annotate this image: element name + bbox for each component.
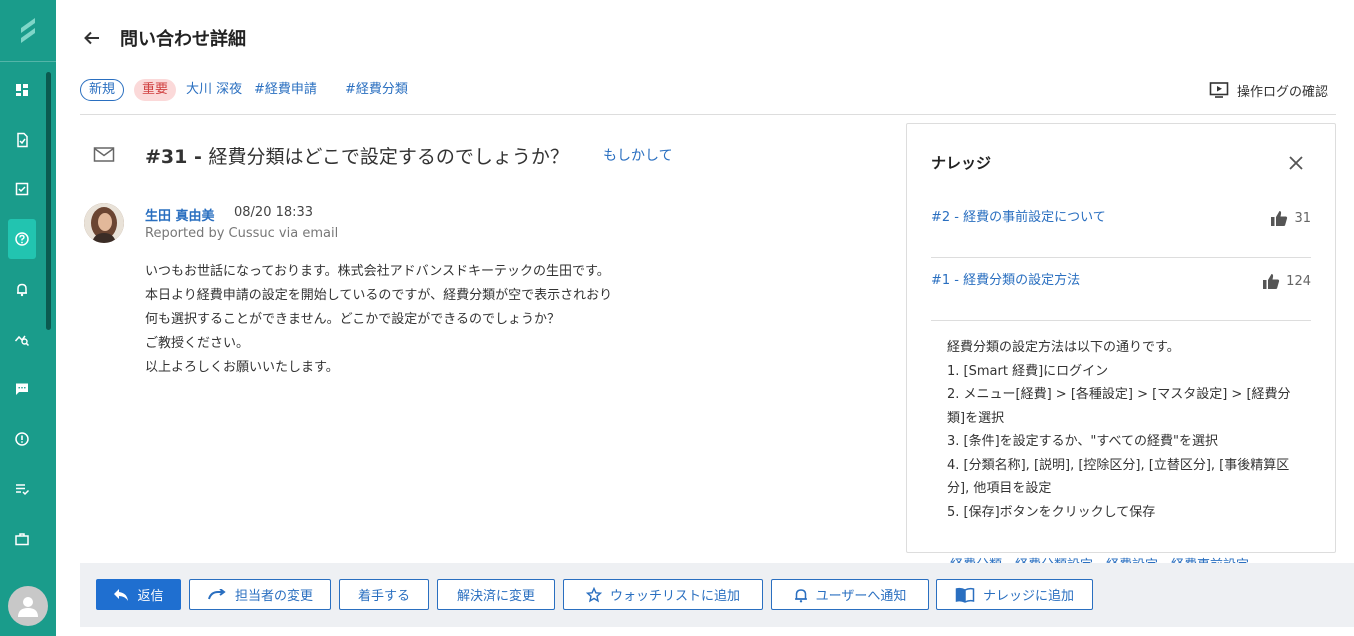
sidebar-item-inquiries[interactable] bbox=[8, 219, 36, 259]
add-knowledge-label: ナレッジに追加 bbox=[982, 589, 1074, 604]
help-icon bbox=[15, 232, 29, 246]
operation-log-button[interactable]: 操作ログの確認 bbox=[1209, 79, 1328, 101]
back-button[interactable] bbox=[80, 26, 104, 50]
likes-count: 31 bbox=[1294, 210, 1311, 226]
book-icon bbox=[955, 587, 975, 603]
play-screen-icon bbox=[1209, 82, 1229, 98]
reply-icon bbox=[114, 588, 129, 601]
sidebar-item-dashboard[interactable] bbox=[8, 70, 36, 110]
sidebar-item-documents[interactable] bbox=[8, 120, 36, 160]
message-body: いつもお世話になっております。株式会社アドバンスドキーテックの生田です。 本日よ… bbox=[145, 260, 865, 380]
priority-badge[interactable]: 重要 bbox=[134, 79, 177, 101]
author-avatar bbox=[84, 203, 124, 243]
star-icon bbox=[585, 586, 602, 602]
sidebar-scrollbar[interactable] bbox=[46, 72, 51, 330]
message-line: 何も選択することができません。どこかで設定ができるのでしょうか？ bbox=[145, 312, 560, 327]
message-line: 以上よろしくお願いいたします。 bbox=[145, 360, 339, 375]
knowledge-line: 経費分類の設定方法は以下の通りです。 bbox=[947, 340, 1180, 355]
message-line: ご教授ください。 bbox=[145, 336, 250, 351]
start-label: 着手する bbox=[357, 589, 410, 604]
knowledge-line: 3. [条件]を設定するか、"すべての経費"を選択 bbox=[947, 434, 1218, 449]
tag-expense-application[interactable]: #経費申請 bbox=[254, 79, 317, 101]
user-avatar[interactable] bbox=[8, 586, 48, 626]
operation-log-label: 操作ログの確認 bbox=[1236, 84, 1328, 100]
knowledge-item-likes: 31 bbox=[1270, 206, 1311, 230]
knowledge-item-title[interactable]: #2 - 経費の事前設定について bbox=[931, 206, 1106, 230]
analytics-icon bbox=[14, 335, 30, 347]
knowledge-line: 1. [Smart 経費]にログイン bbox=[947, 363, 1109, 379]
notify-label: ユーザーへ通知 bbox=[815, 589, 907, 604]
knowledge-article-body: 経費分類の設定方法は以下の通りです。 1. [Smart 経費]にログイン 2.… bbox=[947, 336, 1297, 524]
author-photo-icon bbox=[84, 203, 124, 243]
document-check-icon bbox=[17, 132, 28, 148]
reply-button[interactable]: 返信 bbox=[96, 579, 181, 610]
add-watchlist-button[interactable]: ウォッチリストに追加 bbox=[563, 579, 763, 610]
message-line: 本日より経費申請の設定を開始しているのですが、経費分類が空で表示されおり bbox=[145, 288, 613, 303]
knowledge-item-title[interactable]: #1 - 経費分類の設定方法 bbox=[931, 269, 1080, 293]
sidebar-item-briefcase[interactable] bbox=[8, 519, 36, 559]
logo-icon bbox=[21, 17, 35, 43]
message-time: 08/20 18:33 bbox=[234, 205, 314, 220]
action-bar: 返信 担当者の変更 着手する 解決済に変更 ウォッチリストに追加 ユーザーへ通知… bbox=[80, 563, 1354, 627]
mail-icon bbox=[93, 147, 115, 162]
chat-icon bbox=[16, 383, 28, 395]
alert-icon bbox=[15, 432, 29, 446]
knowledge-line: 4. [分類名称], [説明], [控除区分], [立替区分], [事後精算区 bbox=[947, 457, 1290, 473]
ticket-subject: 経費分類はどこで設定するのでしょうか？ bbox=[208, 146, 569, 168]
message-reported-by: Reported by Cussuc via email bbox=[145, 226, 339, 241]
assignee-link[interactable]: 大川 深夜 bbox=[186, 79, 242, 101]
bell-icon bbox=[17, 283, 27, 297]
knowledge-line: 分], 他項目を設定 bbox=[947, 481, 1052, 496]
close-icon[interactable] bbox=[1287, 154, 1305, 172]
resolve-button[interactable]: 解決済に変更 bbox=[437, 579, 555, 610]
checklist-icon bbox=[16, 484, 30, 496]
ticket-number: #31 bbox=[145, 146, 188, 168]
change-assignee-button[interactable]: 担当者の変更 bbox=[189, 579, 331, 610]
dashboard-icon bbox=[16, 84, 28, 96]
resolve-label: 解決済に変更 bbox=[456, 589, 535, 604]
page-header: 問い合わせ詳細 bbox=[80, 22, 246, 54]
knowledge-line: 2. メニュー[経費] > [各種設定] > [マスタ設定] > [経費分 bbox=[947, 387, 1291, 402]
sidebar-item-alerts[interactable] bbox=[8, 419, 36, 459]
watchlist-label: ウォッチリストに追加 bbox=[609, 589, 740, 604]
user-icon bbox=[18, 597, 38, 617]
sidebar bbox=[0, 0, 56, 636]
maybe-link[interactable]: もしかして bbox=[603, 145, 673, 165]
briefcase-icon bbox=[15, 533, 29, 546]
status-badge[interactable]: 新規 bbox=[80, 79, 125, 101]
notify-user-button[interactable]: ユーザーへ通知 bbox=[771, 579, 929, 610]
thumbs-up-icon bbox=[1263, 273, 1280, 289]
knowledge-panel: ナレッジ #2 - 経費の事前設定について 31 #1 - 経費分類の設定方法 … bbox=[906, 123, 1336, 553]
ticket-separator: - bbox=[187, 146, 209, 168]
start-button[interactable]: 着手する bbox=[339, 579, 429, 610]
bell-icon bbox=[794, 588, 807, 602]
knowledge-line: 類]を選択 bbox=[947, 410, 1005, 426]
knowledge-item[interactable]: #1 - 経費分類の設定方法 124 bbox=[931, 269, 1311, 321]
app-logo[interactable] bbox=[0, 0, 56, 62]
thumbs-up-icon bbox=[1271, 210, 1288, 226]
sidebar-item-notifications[interactable] bbox=[8, 269, 36, 309]
checkbox-icon bbox=[15, 182, 29, 196]
sidebar-item-tasks[interactable] bbox=[8, 169, 36, 209]
sidebar-item-analytics[interactable] bbox=[8, 319, 36, 359]
likes-count: 124 bbox=[1286, 273, 1311, 289]
add-knowledge-button[interactable]: ナレッジに追加 bbox=[936, 579, 1093, 610]
redo-arrow-icon bbox=[208, 588, 226, 599]
tag-expense-category[interactable]: #経費分類 bbox=[345, 79, 408, 101]
message-author[interactable]: 生田 真由美 bbox=[145, 205, 215, 224]
sidebar-item-chat[interactable] bbox=[8, 369, 36, 409]
change-assignee-label: 担当者の変更 bbox=[234, 589, 313, 604]
sidebar-item-checklist[interactable] bbox=[8, 469, 36, 509]
reply-label: 返信 bbox=[137, 589, 164, 604]
ticket-title: #31 - 経費分類はどこで設定するのでしょうか？ bbox=[145, 142, 569, 169]
knowledge-title: ナレッジ bbox=[931, 154, 992, 172]
knowledge-line: 5. [保存]ボタンをクリックして保存 bbox=[947, 504, 1156, 520]
tag-bar: 新規 重要 大川 深夜 #経費申請 #経費分類 操作ログの確認 bbox=[80, 78, 1336, 115]
knowledge-item[interactable]: #2 - 経費の事前設定について 31 bbox=[931, 206, 1311, 258]
knowledge-item-likes: 124 bbox=[1262, 269, 1311, 293]
page-title: 問い合わせ詳細 bbox=[120, 29, 246, 50]
arrow-left-icon bbox=[84, 31, 99, 45]
message-line: いつもお世話になっております。株式会社アドバンスドキーテックの生田です。 bbox=[145, 264, 610, 279]
